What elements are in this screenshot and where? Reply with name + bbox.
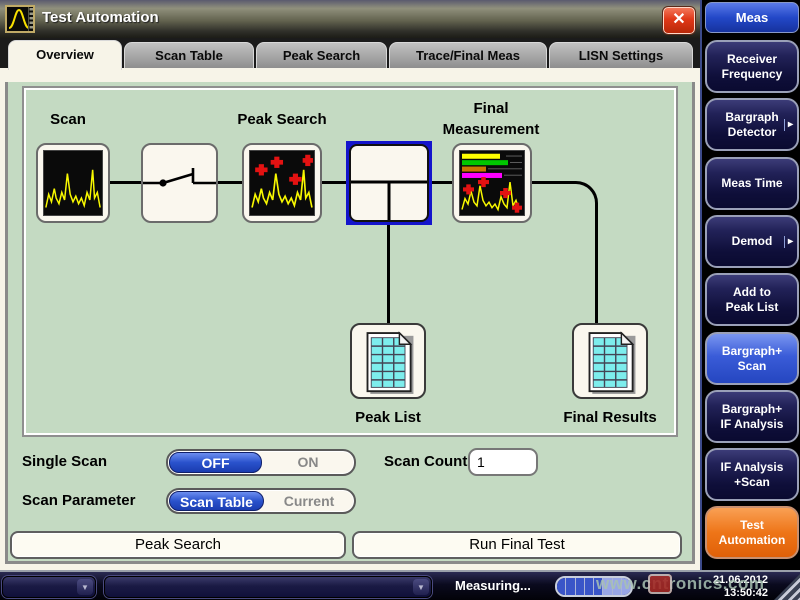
progress-segment	[622, 578, 631, 595]
switch-icon	[143, 145, 216, 221]
softkey-add-to-peak-list[interactable]: Add to Peak List	[705, 273, 799, 326]
scan-label: Scan	[28, 109, 108, 130]
tab-lisn-settings[interactable]: LISN Settings	[549, 42, 693, 68]
final-measurement-label: Final Measurement	[421, 98, 561, 140]
tab-overview[interactable]: Overview	[8, 40, 122, 70]
peak-search-trace-icon	[249, 150, 315, 216]
progress-segment	[557, 578, 566, 595]
resize-grip[interactable]	[774, 574, 800, 600]
scan-count-label: Scan Count	[384, 453, 467, 470]
submenu-arrow-icon: ▸	[784, 236, 793, 248]
scan-parameter-toggle: Scan Table Current	[166, 488, 356, 514]
softkey-bargraph-scan[interactable]: Bargraph+ Scan	[705, 332, 799, 385]
softkey-sidebar: Meas Receiver Frequency Bargraph Detecto…	[700, 0, 800, 570]
table-document-icon	[360, 329, 420, 397]
progress-segment	[585, 578, 594, 595]
status-dropdown-left[interactable]: ▼	[2, 576, 96, 598]
final-results-block[interactable]	[572, 323, 648, 399]
chevron-down-icon: ▼	[413, 579, 429, 595]
peak-search-button[interactable]: Peak Search	[10, 531, 346, 559]
single-scan-toggle: OFF ON	[166, 449, 356, 476]
scan-count-input[interactable]	[468, 448, 538, 476]
flow-line	[108, 181, 143, 184]
scan-parameter-label: Scan Parameter	[22, 492, 135, 509]
switch-block[interactable]	[141, 143, 218, 223]
softkey-if-analysis-scan[interactable]: IF Analysis +Scan	[705, 448, 799, 501]
flow-line-corner	[563, 181, 598, 229]
date-time: 21.06.2012 13:50:42	[713, 574, 768, 600]
flow-line	[216, 181, 244, 184]
junction-block-selected[interactable]	[346, 141, 432, 225]
scan-parameter-current-option[interactable]: Current	[265, 491, 353, 511]
single-scan-off-option[interactable]: OFF	[169, 452, 262, 473]
progress-segment	[603, 578, 612, 595]
flow-line	[530, 181, 565, 184]
test-automation-window: Test Automation ✕ Overview Scan Table Pe…	[0, 0, 800, 600]
progress-bar	[555, 576, 633, 597]
time-text: 13:50:42	[713, 587, 768, 600]
final-measurement-block[interactable]	[452, 143, 532, 223]
table-document-icon	[582, 329, 642, 397]
flow-line-to-peak-list	[387, 223, 390, 323]
final-measurement-screen-icon	[459, 150, 525, 216]
softkey-receiver-frequency[interactable]: Receiver Frequency	[705, 40, 799, 93]
scan-parameter-scan-table-option[interactable]: Scan Table	[169, 491, 264, 511]
close-button[interactable]: ✕	[663, 7, 695, 34]
tab-peak-search[interactable]: Peak Search	[256, 42, 387, 68]
flow-line-to-final-results	[595, 226, 598, 323]
tab-strip: Overview Scan Table Peak Search Trace/Fi…	[0, 38, 700, 68]
title-bar: Test Automation ✕	[0, 0, 700, 38]
progress-segment	[576, 578, 585, 595]
tab-scan-table[interactable]: Scan Table	[124, 42, 254, 68]
junction-block-frame	[349, 144, 429, 222]
status-dropdown-center[interactable]: ▼	[104, 576, 432, 598]
softkey-meas-time[interactable]: Meas Time	[705, 157, 799, 210]
progress-segment	[613, 578, 622, 595]
junction-lines-icon	[351, 146, 427, 220]
peak-list-label: Peak List	[328, 407, 448, 428]
softkey-menu-title: Meas	[705, 2, 799, 33]
status-bar: ▼ ▼ Measuring... 21.06.2012 13:50:42	[0, 570, 800, 600]
progress-segment	[594, 578, 603, 595]
softkey-bargraph-if-analysis[interactable]: Bargraph+ IF Analysis	[705, 390, 799, 443]
scan-block[interactable]	[36, 143, 110, 223]
single-scan-label: Single Scan	[22, 453, 107, 470]
date-text: 21.06.2012	[713, 574, 768, 587]
peak-list-block[interactable]	[350, 323, 426, 399]
run-final-test-button[interactable]: Run Final Test	[352, 531, 682, 559]
measurement-status-text: Measuring...	[455, 578, 531, 593]
peak-search-block[interactable]	[242, 143, 322, 223]
close-icon: ✕	[672, 11, 685, 28]
peak-search-label: Peak Search	[212, 109, 352, 130]
single-scan-on-option[interactable]: ON	[263, 452, 353, 473]
window-title: Test Automation	[42, 9, 159, 26]
scan-trace-icon	[43, 150, 103, 216]
chevron-down-icon: ▼	[77, 579, 93, 595]
progress-segment	[566, 578, 575, 595]
softkey-demod[interactable]: Demod ▸	[705, 215, 799, 268]
tab-trace-final-meas[interactable]: Trace/Final Meas	[389, 42, 547, 68]
app-spectrum-icon	[5, 4, 35, 34]
softkey-test-automation[interactable]: Test Automation	[705, 506, 799, 559]
final-results-label: Final Results	[540, 407, 680, 428]
submenu-arrow-icon: ▸	[784, 119, 793, 131]
softkey-bargraph-detector[interactable]: Bargraph Detector ▸	[705, 98, 799, 151]
